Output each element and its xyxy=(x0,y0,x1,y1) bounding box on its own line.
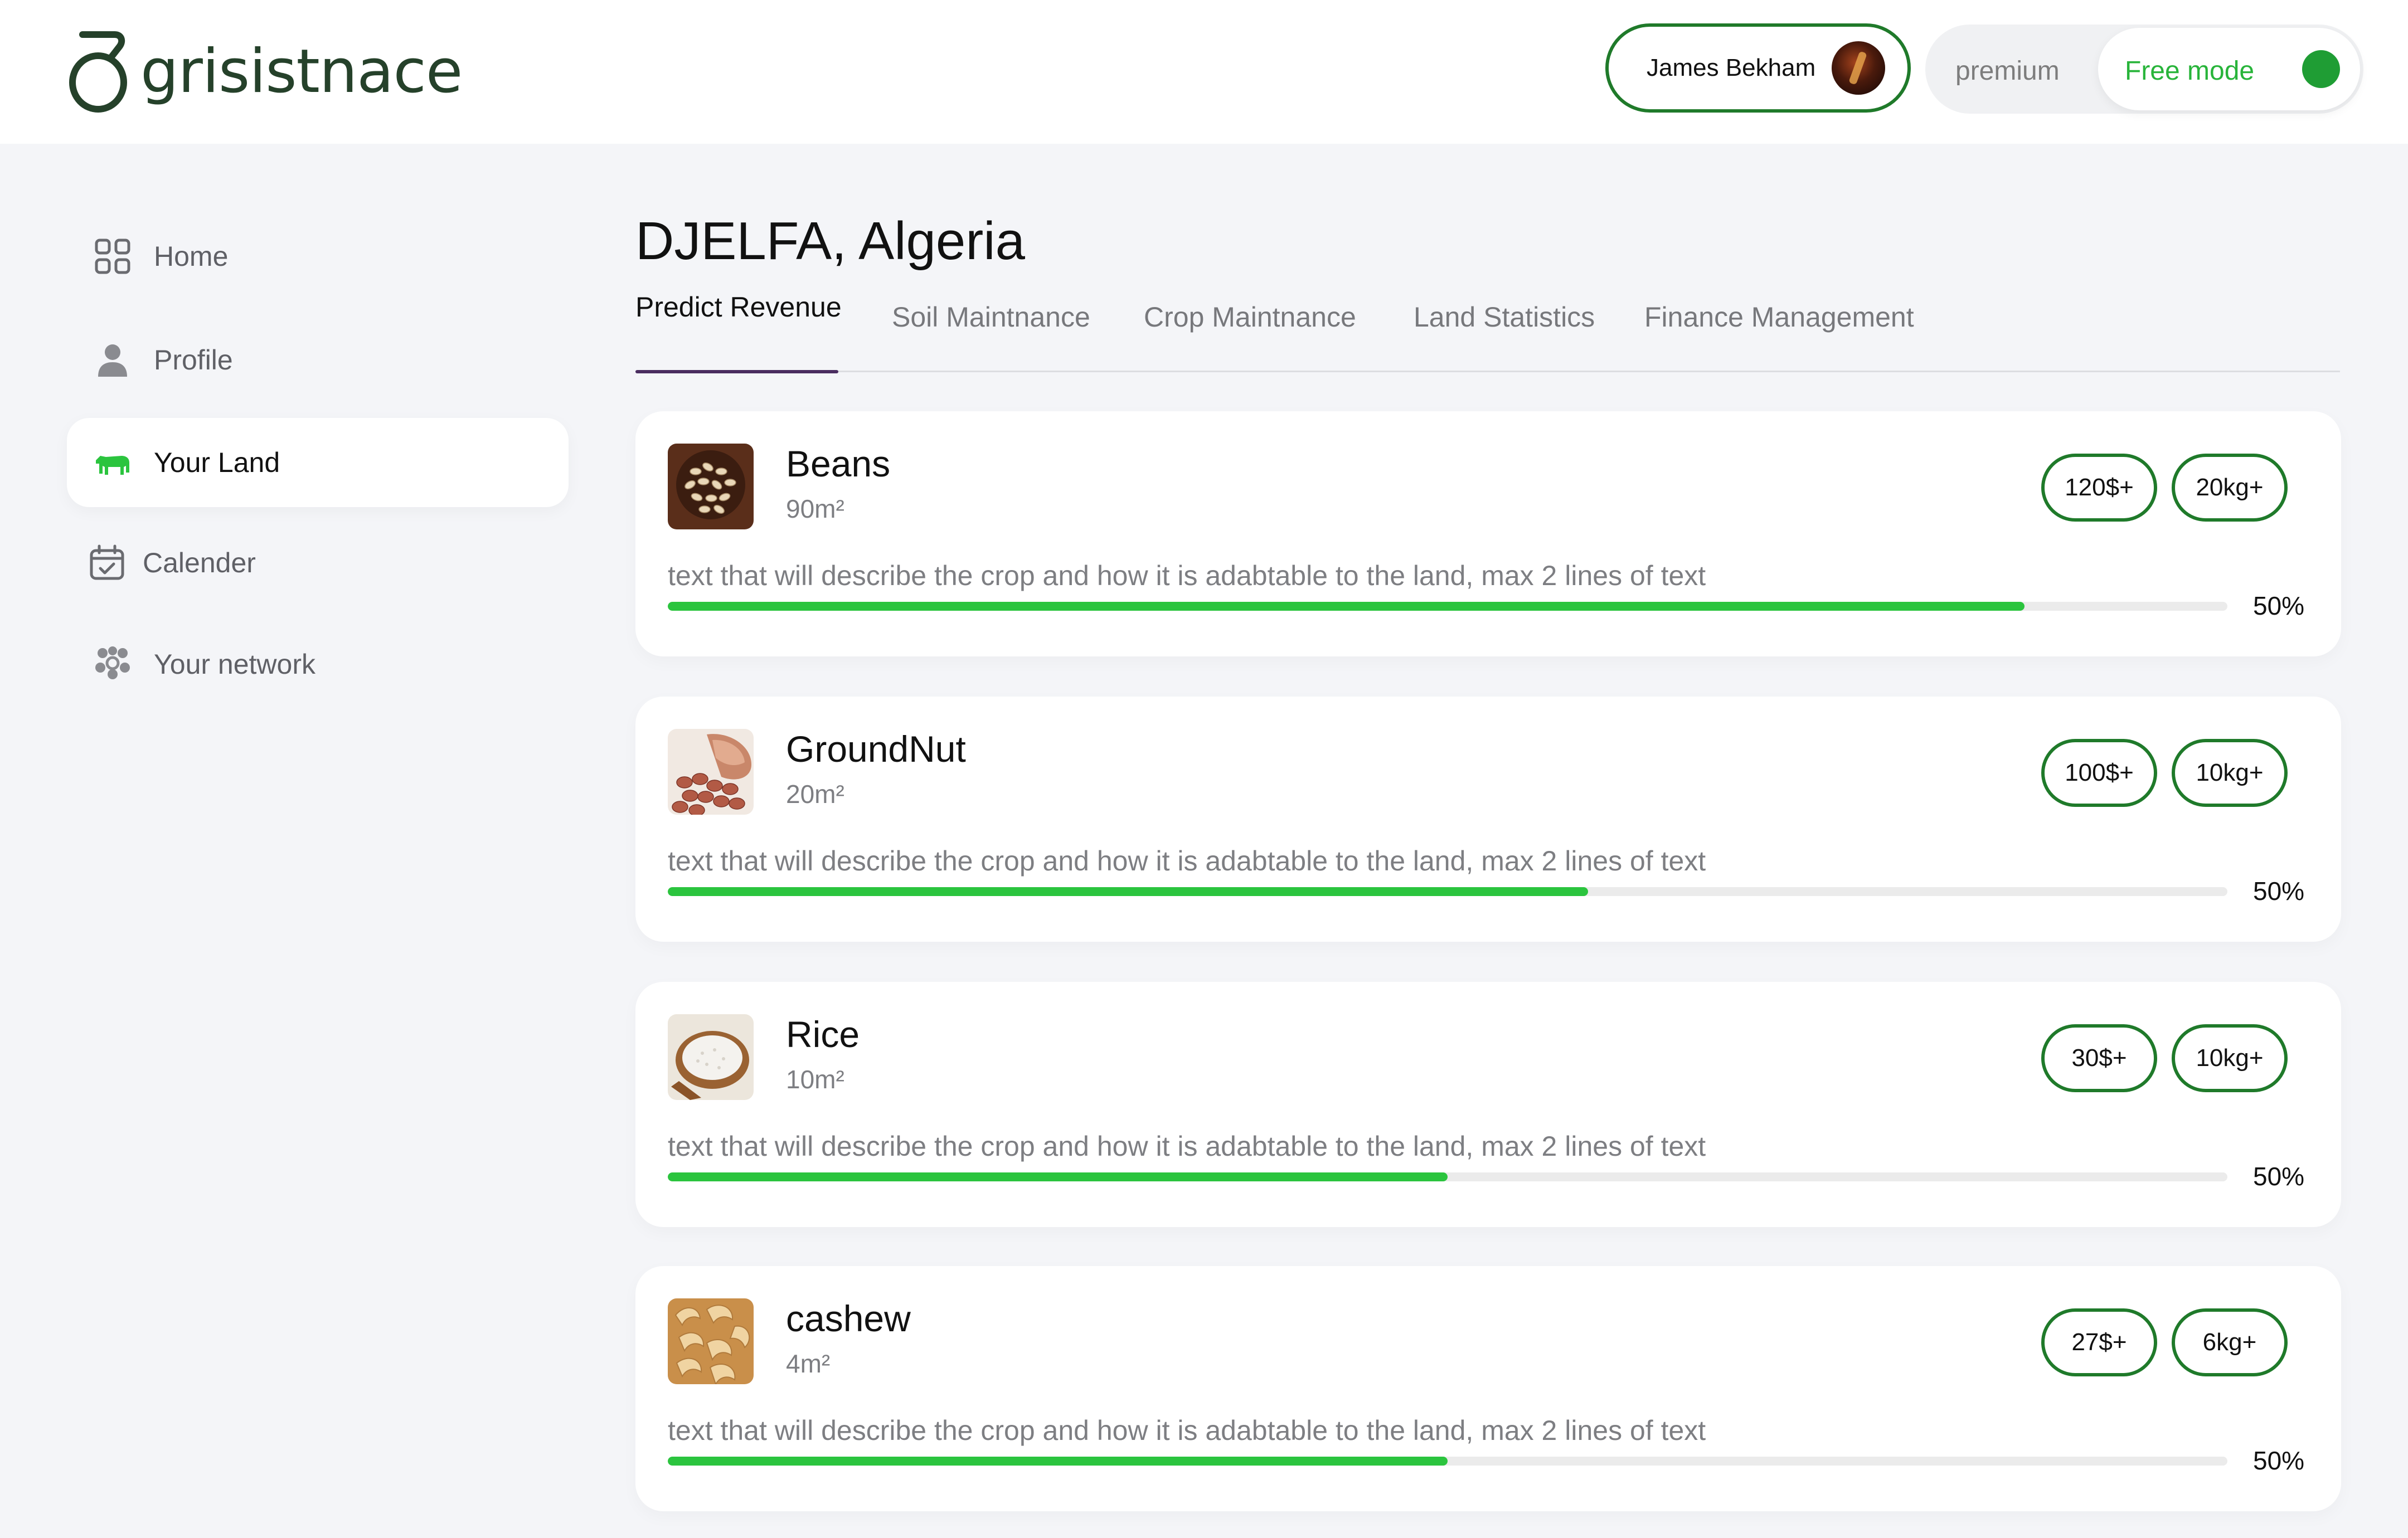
cashew-image xyxy=(668,1298,754,1384)
crop-card[interactable]: Rice 10m² 30$+ 10kg+ text that will desc… xyxy=(635,982,2341,1227)
progress-label: 50% xyxy=(2253,1162,2305,1191)
yield-badge: 10kg+ xyxy=(2172,1024,2288,1092)
app-name: grisistnace xyxy=(140,36,463,106)
tab-soil-maintnance[interactable]: Soil Maintnance xyxy=(892,301,1090,333)
sidebar-item-label: Calender xyxy=(143,547,256,578)
user-name: James Bekham xyxy=(1647,54,1816,81)
crop-area: 20m² xyxy=(786,780,844,809)
crop-card[interactable]: Beans 90m² 120$+ 20kg+ text that will de… xyxy=(635,411,2341,656)
grid-icon xyxy=(94,237,132,275)
crop-card[interactable]: GroundNut 20m² 100$+ 10kg+ text that wil… xyxy=(635,697,2341,942)
yield-badge: 10kg+ xyxy=(2172,739,2288,807)
revenue-badge: 100$+ xyxy=(2041,739,2157,807)
crop-description: text that will describe the crop and how… xyxy=(668,1415,1706,1446)
sidebar-item-label: Profile xyxy=(154,344,233,376)
sidebar-item-your-land[interactable]: Your Land xyxy=(67,418,569,507)
crop-name: Beans xyxy=(786,443,891,484)
mode-free-option[interactable]: Free mode xyxy=(2098,28,2360,110)
mode-free-label: Free mode xyxy=(2125,56,2255,86)
rice-image xyxy=(668,1014,754,1100)
progress-bar xyxy=(668,1457,2227,1466)
progress-fill xyxy=(668,602,2025,611)
crop-area: 10m² xyxy=(786,1065,844,1094)
crop-area: 90m² xyxy=(786,494,844,523)
progress-label: 50% xyxy=(2253,1446,2305,1475)
mode-toggle[interactable]: premium Free mode xyxy=(1925,25,2363,114)
progress-label: 50% xyxy=(2253,877,2305,906)
crop-name: cashew xyxy=(786,1298,911,1339)
progress-label: 50% xyxy=(2253,591,2305,620)
crop-name: GroundNut xyxy=(786,728,966,770)
beans-image xyxy=(668,444,754,529)
groundnut-image xyxy=(668,729,754,815)
progress-bar xyxy=(668,1172,2227,1181)
progress-fill xyxy=(668,1172,1448,1181)
tab-finance-management[interactable]: Finance Management xyxy=(1644,301,1914,333)
sidebar-item-label: Home xyxy=(154,241,229,272)
user-menu-button[interactable]: James Bekham xyxy=(1605,23,1911,113)
tab-land-statistics[interactable]: Land Statistics xyxy=(1414,301,1595,333)
revenue-badge: 27$+ xyxy=(2041,1308,2157,1376)
sidebar-item-label: Your network xyxy=(154,649,315,680)
sidebar-item-home[interactable]: Home xyxy=(67,212,569,301)
mode-status-dot xyxy=(2302,50,2340,88)
revenue-badge: 120$+ xyxy=(2041,454,2157,522)
avatar xyxy=(1832,41,1885,95)
yield-badge: 20kg+ xyxy=(2172,454,2288,522)
person-icon xyxy=(94,341,132,379)
revenue-badge: 30$+ xyxy=(2041,1024,2157,1092)
progress-bar xyxy=(668,887,2227,896)
progress-bar xyxy=(668,602,2227,611)
network-icon xyxy=(94,645,132,683)
sidebar-item-your-network[interactable]: Your network xyxy=(67,620,569,709)
sidebar-item-calender[interactable]: Calender xyxy=(67,518,569,607)
tab-bar: Predict Revenue Soil Maintnance Crop Mai… xyxy=(635,291,2340,373)
crop-description: text that will describe the crop and how… xyxy=(668,560,1706,591)
top-bar: grisistnace James Bekham premium Free mo… xyxy=(0,0,2408,144)
yield-badge: 6kg+ xyxy=(2172,1308,2288,1376)
crop-name: Rice xyxy=(786,1014,860,1055)
logo-mark-icon xyxy=(69,31,127,113)
progress-fill xyxy=(668,887,1588,896)
sidebar-item-profile[interactable]: Profile xyxy=(67,315,569,405)
calendar-check-icon xyxy=(88,544,126,582)
crop-description: text that will describe the crop and how… xyxy=(668,845,1706,877)
progress-fill xyxy=(668,1457,1448,1466)
active-tab-indicator xyxy=(635,370,838,373)
mode-premium-option[interactable]: premium xyxy=(1955,56,2060,86)
cow-icon xyxy=(94,444,132,481)
tab-crop-maintnance[interactable]: Crop Maintnance xyxy=(1144,301,1356,333)
tab-predict-revenue[interactable]: Predict Revenue xyxy=(635,291,842,323)
page-title: DJELFA, Algeria xyxy=(635,211,1025,271)
crop-area: 4m² xyxy=(786,1349,831,1378)
crop-description: text that will describe the crop and how… xyxy=(668,1131,1706,1162)
crop-card[interactable]: cashew 4m² 27$+ 6kg+ text that will desc… xyxy=(635,1266,2341,1511)
app-logo[interactable]: grisistnace xyxy=(66,29,463,114)
sidebar-item-label: Your Land xyxy=(154,447,280,478)
